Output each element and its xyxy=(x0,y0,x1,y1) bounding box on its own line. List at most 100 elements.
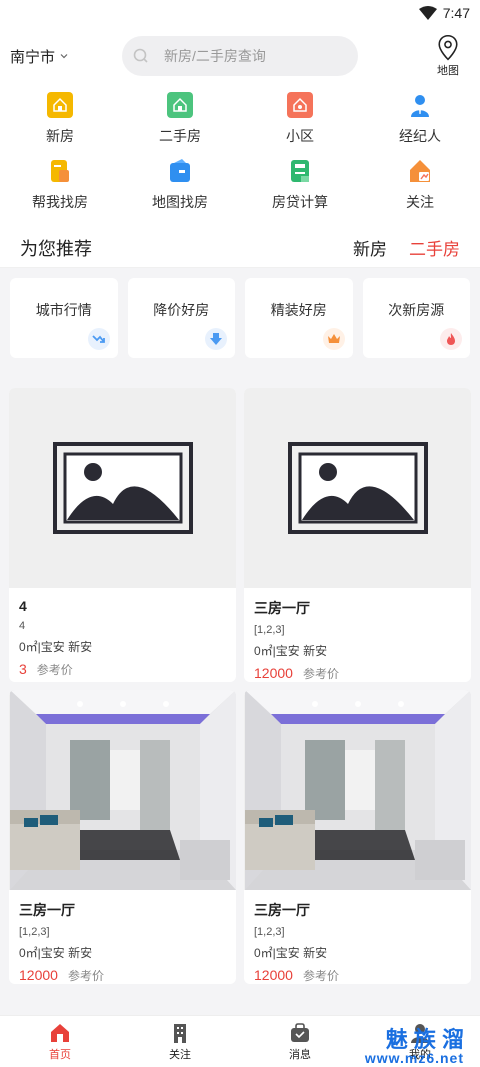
help-find-icon xyxy=(47,158,73,184)
listing-price-label: 参考价 xyxy=(67,969,104,983)
wifi-icon xyxy=(418,6,437,20)
listing-price-label: 参考价 xyxy=(302,667,339,681)
grid-item-mortgage[interactable]: 房贷计算 xyxy=(240,158,360,224)
listing-area: 0㎡|宝安 新安 xyxy=(19,640,93,654)
recommend-title: 为您推荐 xyxy=(20,238,92,259)
city-label: 南宁市 xyxy=(10,48,56,66)
community-icon xyxy=(287,92,313,118)
grid-label: 房贷计算 xyxy=(272,194,328,210)
trend-down-icon xyxy=(87,328,110,350)
room-photo xyxy=(9,690,236,890)
listing-title: 三房一厅 xyxy=(254,902,310,918)
listing-price: 12000 xyxy=(19,967,58,983)
category-city-market[interactable]: 城市行情 xyxy=(10,278,118,358)
grid-item-new-house[interactable]: 新房 xyxy=(0,92,120,158)
listing-card[interactable]: 三房一厅 [1,2,3] 0㎡|宝安 新安 12000 参考价 xyxy=(9,690,236,984)
mortgage-calc-icon xyxy=(287,158,313,184)
site-watermark: 魅 族 溜 www.mz6.net xyxy=(364,1027,464,1066)
listing-price: 12000 xyxy=(254,665,293,681)
listing-card[interactable]: 三房一厅 [1,2,3] 0㎡|宝安 新安 12000 参考价 xyxy=(244,388,471,682)
status-bar: 7:47 xyxy=(0,0,480,26)
building-icon xyxy=(174,1023,186,1043)
fire-icon xyxy=(440,328,462,350)
tab-second-hand[interactable]: 二手房 xyxy=(409,235,460,260)
listing-title: 4 xyxy=(19,598,27,614)
tab-messages[interactable]: 消息 xyxy=(240,1016,360,1067)
city-selector[interactable]: 南宁市 xyxy=(10,46,122,67)
grid-item-agent[interactable]: 经纪人 xyxy=(360,92,480,158)
price-drop-icon xyxy=(205,328,227,350)
search-icon xyxy=(133,48,148,63)
listing-price: 3 xyxy=(19,661,27,677)
room-interior-image xyxy=(9,690,236,890)
image-placeholder-icon xyxy=(287,442,428,534)
grid-item-map-find[interactable]: 地图找房 xyxy=(120,158,240,224)
category-row: 城市行情 降价好房 精装好房 次新房源 xyxy=(0,268,480,368)
listing-area: 0㎡|宝安 新安 xyxy=(254,644,328,658)
map-pin-icon xyxy=(438,34,458,61)
agent-icon xyxy=(407,92,433,118)
listing-card[interactable]: 三房一厅 [1,2,3] 0㎡|宝安 新安 12000 参考价 xyxy=(244,690,471,984)
listing-subtitle: [1,2,3] xyxy=(19,926,50,938)
listing-card[interactable]: 4 4 0㎡|宝安 新安 3 参考价 xyxy=(9,388,236,682)
grid-label: 帮我找房 xyxy=(32,194,88,210)
recommend-bar: 为您推荐 新房 二手房 xyxy=(0,228,480,268)
tab-label: 关注 xyxy=(169,1048,191,1061)
grid-label: 地图找房 xyxy=(152,194,208,210)
grid-label: 二手房 xyxy=(159,128,201,144)
category-label: 降价好房 xyxy=(153,302,210,318)
top-bar: 南宁市 新房/二手房查询 地图 xyxy=(0,26,480,86)
map-find-icon xyxy=(167,158,193,184)
recommend-tabs: 新房 二手房 xyxy=(353,235,460,260)
chevron-down-icon xyxy=(60,54,68,59)
status-time: 7:47 xyxy=(442,5,470,21)
placeholder-image xyxy=(244,388,471,588)
grid-item-follow[interactable]: 关注 xyxy=(360,158,480,224)
listing-area: 0㎡|宝安 新安 xyxy=(19,946,93,960)
listing-title: 三房一厅 xyxy=(254,600,310,616)
grid-label: 小区 xyxy=(286,128,314,144)
grid-label: 新房 xyxy=(46,128,74,144)
image-placeholder-icon xyxy=(52,442,193,534)
tab-home[interactable]: 首页 xyxy=(0,1016,120,1067)
crown-icon xyxy=(322,328,345,350)
room-interior-image xyxy=(244,690,471,890)
grid-label: 经纪人 xyxy=(399,128,441,144)
listing-price: 12000 xyxy=(254,967,293,983)
listing-grid: 4 4 0㎡|宝安 新安 3 参考价 三房一厅 [1,2,3] 0㎡|宝安 新安… xyxy=(0,368,480,984)
listing-subtitle: 4 xyxy=(19,620,26,632)
category-price-drop[interactable]: 降价好房 xyxy=(127,278,235,358)
listing-area: 0㎡|宝安 新安 xyxy=(254,946,328,960)
follow-icon xyxy=(407,158,433,184)
second-hand-house-icon xyxy=(167,92,193,118)
listing-subtitle: [1,2,3] xyxy=(254,624,285,636)
tab-label: 消息 xyxy=(289,1048,311,1061)
room-photo xyxy=(244,690,471,890)
category-label: 城市行情 xyxy=(35,302,92,318)
map-label: 地图 xyxy=(437,65,459,77)
category-label: 次新房源 xyxy=(388,302,445,318)
category-near-new[interactable]: 次新房源 xyxy=(362,278,470,358)
listing-title: 三房一厅 xyxy=(19,902,75,918)
category-label: 精装好房 xyxy=(270,302,327,318)
map-button[interactable]: 地图 xyxy=(434,34,462,78)
watermark-line2: www.mz6.net xyxy=(364,1050,464,1066)
watermark-line1: 魅 族 溜 xyxy=(385,1027,464,1052)
grid-item-help-find[interactable]: 帮我找房 xyxy=(0,158,120,224)
grid-label: 关注 xyxy=(406,194,434,210)
search-input[interactable]: 新房/二手房查询 xyxy=(122,36,358,76)
listing-subtitle: [1,2,3] xyxy=(254,926,285,938)
listing-price-label: 参考价 xyxy=(36,663,73,677)
placeholder-image xyxy=(9,388,236,588)
search-placeholder: 新房/二手房查询 xyxy=(164,48,266,64)
tab-new-house[interactable]: 新房 xyxy=(353,235,387,260)
category-decorated[interactable]: 精装好房 xyxy=(245,278,353,358)
home-icon xyxy=(51,1023,69,1042)
listing-price-label: 参考价 xyxy=(302,969,339,983)
feature-grid: 新房 二手房 小区 经纪人 帮我找房 地图找房 房贷计算 关注 xyxy=(0,86,480,228)
grid-item-community[interactable]: 小区 xyxy=(240,92,360,158)
tab-follow[interactable]: 关注 xyxy=(120,1016,240,1067)
message-bag-icon xyxy=(291,1022,309,1042)
new-house-icon xyxy=(47,92,73,118)
grid-item-second-hand[interactable]: 二手房 xyxy=(120,92,240,158)
